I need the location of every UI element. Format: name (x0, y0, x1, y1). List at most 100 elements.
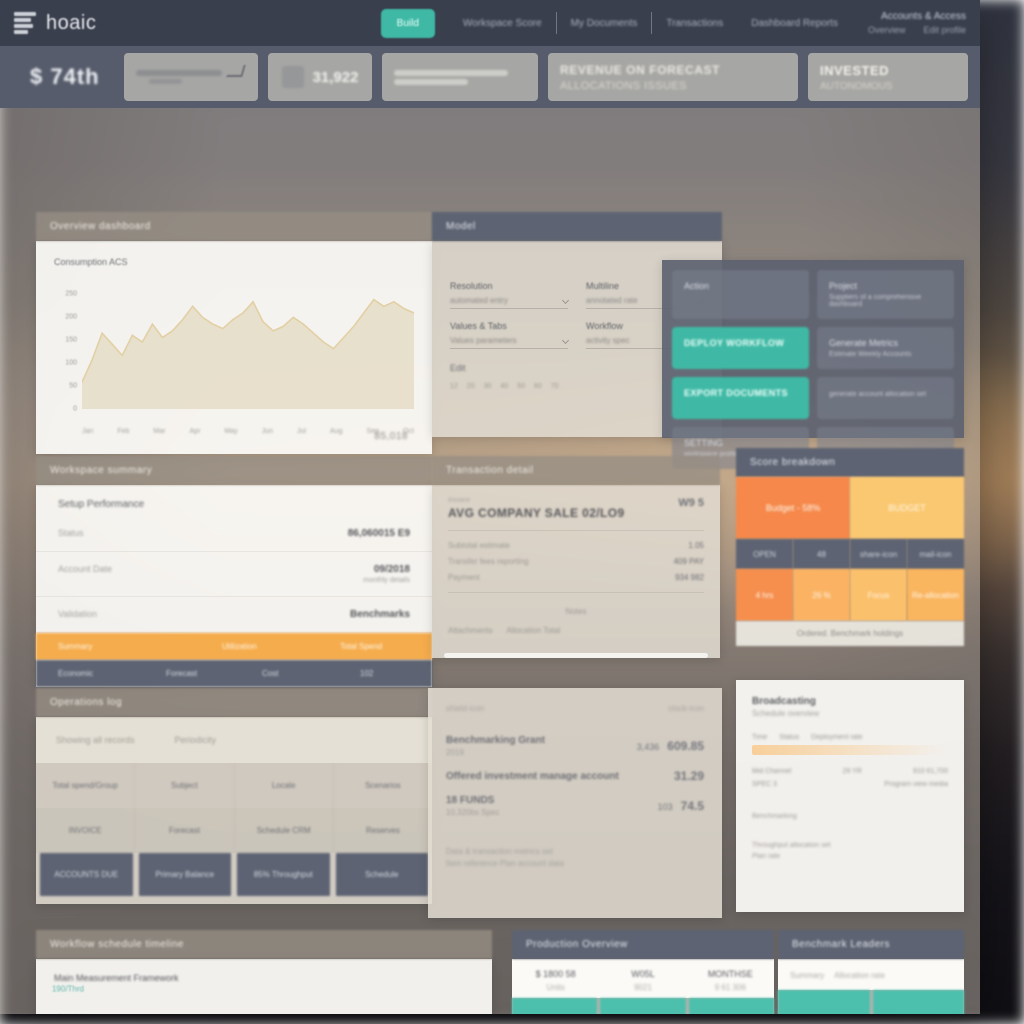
table-filter-records[interactable]: Showing all records (56, 735, 135, 745)
teal-b-tile-0[interactable]: 223 (778, 990, 870, 1014)
form-tick: 12 (450, 383, 458, 390)
top-navigation: Build Workspace Score My Documents Trans… (380, 0, 966, 46)
table-row[interactable]: Total spend/Group Subject Locale Scenarios (36, 763, 432, 808)
teal-a-stat-value: MONTHSE (707, 969, 753, 979)
teal-a-tile-1[interactable]: 1749 (600, 998, 686, 1014)
action-button-5[interactable]: generate account allocation set (817, 377, 954, 419)
notes-line-sub: 2019 (446, 748, 464, 757)
notes-line-value: 31.29 (666, 769, 704, 783)
broadcasting-footer-2: Plan rate (752, 853, 781, 860)
invoice-attachments-label[interactable]: Attachments (448, 626, 492, 635)
nav-item-dashboard-reports[interactable]: Dashboard Reports (737, 18, 852, 29)
action-button-label: Action (684, 281, 710, 291)
summary-selected-cell: Forecast (166, 669, 198, 678)
form-field-control[interactable]: Values parameters (450, 336, 570, 349)
notes-line-sub: 10,320bs Spec (446, 808, 500, 817)
invested-title: INVESTED (820, 62, 890, 78)
timeline-card: Main Measurement Framework 190/Thrd 9,306… (36, 959, 492, 1014)
table-row[interactable]: INVOICE Forecast Schedule CRM Reserves (36, 808, 432, 853)
chart-plot-area: 0 50 100 150 200 250 Jan Feb Mar Apr May Jun Jul Aug… (54, 271, 415, 435)
search-input[interactable] (123, 53, 258, 101)
form-field-control[interactable]: automated entry (450, 296, 570, 309)
chart-y-tick: 150 (65, 336, 77, 344)
chart-y-axis: 0 50 100 150 200 250 (54, 271, 80, 413)
action-button-0[interactable]: Action (672, 270, 809, 319)
teal-a-header: Production Overview (512, 930, 774, 959)
invoice-card: Invoice AVG COMPANY SALE 02/LO9 W9 5 Sub… (432, 485, 720, 658)
detail-row-1: Account Date 09/2018 monthly details (36, 552, 432, 597)
notes-line-key: Benchmarking Grant 2019 (446, 735, 545, 757)
notes-line-value: 3,436 609.85 (636, 739, 704, 753)
tile-2-0[interactable]: 4 hrs (736, 569, 793, 621)
invoice-progress-bar (444, 653, 708, 658)
account-meta-right[interactable]: Edit profile (923, 25, 966, 35)
action-button-4[interactable]: EXPORT DOCUMENTS (672, 377, 809, 419)
invoice-note: Notes (565, 607, 587, 616)
notes-lines: Benchmarking Grant 2019 3,436 609.85 Offere… (428, 713, 722, 817)
summary-highlight-cell: Utilization (222, 642, 257, 651)
form-field-2[interactable]: Values & Tabs Values parameters (450, 321, 570, 349)
toolbar: $ 74th 31,922 REVENUE ON FORECAST ALLOCA… (0, 46, 980, 108)
nav-item-my-documents[interactable]: My Documents (557, 18, 652, 29)
action-button-1[interactable]: Project Suppliers of a comprehensive dash… (817, 270, 954, 319)
tile-1-0[interactable]: OPEN (736, 539, 793, 569)
teal-b-tile-1[interactable]: HORIZSE (872, 990, 964, 1014)
teal-a-tile-0[interactable]: 11013 (512, 998, 598, 1014)
detail-row-value: 86,060015 E9 (347, 528, 410, 539)
broadcasting-subtitle: Schedule overview (752, 709, 820, 718)
teal-a-stat-value: W05L (631, 969, 655, 979)
summary-highlight-row[interactable]: Summary Utilization Total Spend (36, 633, 432, 660)
timeline-panel-header: Workflow schedule timeline (36, 930, 492, 959)
timeline-y-tick: 9,306 1 (57, 1013, 84, 1014)
notes-footer-line-1: Data & transaction metrics set (446, 847, 553, 856)
toolbar-revenue-card[interactable]: REVENUE ON FORECAST ALLOCATIONS ISSUES (548, 53, 798, 101)
table-footer-button-1[interactable]: Primary Balance (138, 853, 231, 896)
tile-0-0[interactable]: Budget - 58% (736, 477, 850, 539)
table-filter-periodicity[interactable]: Periodicity (175, 735, 217, 745)
table-footer-button-2[interactable]: 85% Throughput (237, 853, 330, 896)
invoice-header-label: Transaction detail (446, 465, 534, 476)
mail-icon[interactable]: mail-icon (907, 539, 964, 569)
detail-header-label: Workspace summary (50, 465, 153, 476)
broadcasting-progress-bar (752, 745, 948, 755)
tile-2-1[interactable]: 26 % (793, 569, 850, 621)
nav-item-transactions[interactable]: Transactions (652, 18, 737, 29)
tile-2-3[interactable]: Re-allocation (907, 569, 964, 621)
tiles-header-label: Score breakdown (750, 457, 836, 468)
tile-2-2[interactable]: Focus (850, 569, 907, 621)
tile-1-1[interactable]: 48 (793, 539, 850, 569)
detail-title: Setup Performance (58, 499, 145, 510)
notes-footer: Data & transaction metrics set Item refe… (428, 829, 722, 868)
form-tick: 70 (550, 383, 559, 390)
doc-line-2 (394, 78, 468, 85)
invoice-row-label: Subtotal estimate (448, 541, 510, 550)
detail-row-0: Status 86,060015 E9 (36, 516, 432, 552)
invoice-allocation-label[interactable]: Allocation Total (506, 626, 560, 635)
nav-item-workspace-score[interactable]: Workspace Score (449, 18, 556, 29)
broadcasting-row-mid: 29 YR (842, 768, 862, 775)
account-meta-left[interactable]: Overview (868, 25, 906, 35)
detail-rows: Status 86,060015 E9 Account Date 09/2018 m… (36, 516, 432, 633)
toolbar-doc-card[interactable] (382, 53, 538, 101)
table-cell: Schedule CRM (235, 808, 334, 853)
action-button-2[interactable]: DEPLOY WORKFLOW (672, 327, 809, 369)
form-field-label: Values & Tabs (450, 321, 507, 331)
table-footer-button-3[interactable]: Schedule (335, 853, 428, 896)
summary-selected-row[interactable]: Economic Forecast Cost 102 (36, 660, 432, 687)
notes-footer-line-2: Item reference Plan account data (446, 859, 564, 868)
share-icon[interactable]: share-icon (850, 539, 907, 569)
table-footer-button-0[interactable]: ACCOUNTS DUE (40, 853, 133, 896)
form-field-0[interactable]: Resolution automated entry (450, 281, 570, 309)
account-menu[interactable]: Accounts & Access Overview Edit profile (852, 11, 966, 35)
action-button-3[interactable]: Generate Metrics Estimate Weekly Accounts (817, 327, 954, 369)
form-tick: 50 (517, 383, 525, 390)
invoice-badge: W9 5 (678, 497, 704, 509)
teal-a-stat-2: MONTHSE 9 61 306 (687, 959, 774, 998)
toolbar-stat-card[interactable]: 31,922 (268, 53, 372, 101)
ring-gauge-icon[interactable]: 29 (688, 998, 774, 1014)
tile-0-1[interactable]: BUDGET (850, 477, 964, 539)
toolbar-invested-card[interactable]: INVESTED AUTONOMOUS (808, 53, 968, 101)
teal-b-stat-summary: Summary (790, 971, 825, 980)
nav-active-pill[interactable]: Build (380, 8, 435, 38)
production-overview-panel: Production Overview $ 1800 58 Units W05L … (512, 930, 774, 1014)
